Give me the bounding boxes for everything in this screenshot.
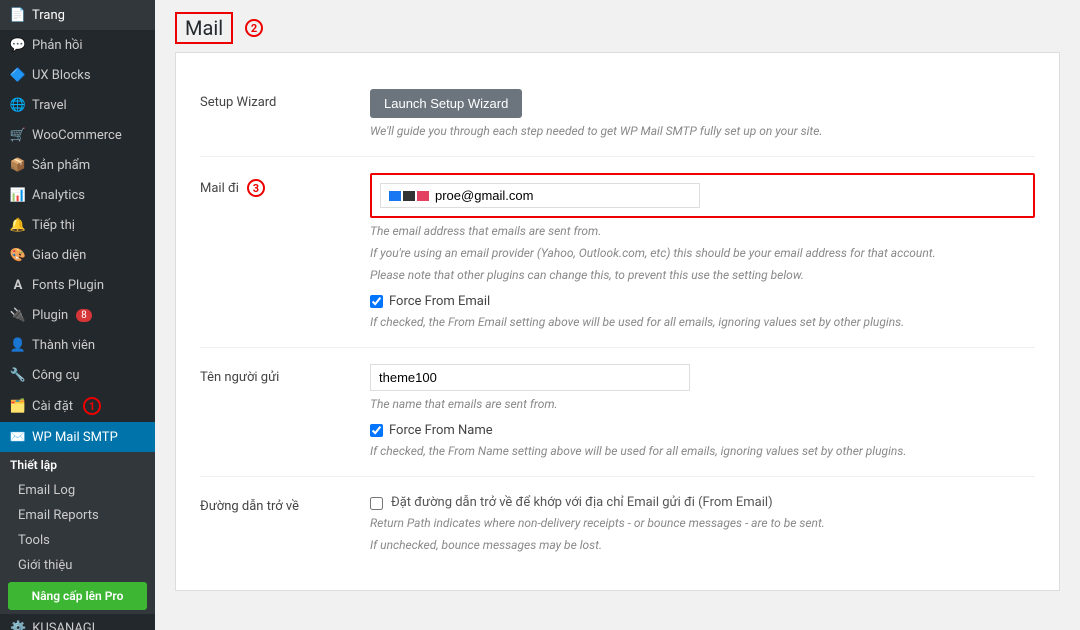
return-path-checkbox-label: Đặt đường dẫn trở về để khớp với địa chỉ… bbox=[391, 495, 773, 510]
submenu-tools[interactable]: Tools bbox=[0, 528, 155, 553]
sidebar-item-phan-hoi[interactable]: 💬 Phản hồi bbox=[0, 30, 155, 60]
annotation-2: 2 bbox=[245, 19, 263, 37]
analytics-icon: 📊 bbox=[10, 187, 26, 203]
content-area: Setup Wizard Launch Setup Wizard We'll g… bbox=[175, 52, 1060, 591]
sidebar-item-fonts-plugin[interactable]: A Fonts Plugin bbox=[0, 270, 155, 300]
force-from-name-label: Force From Name bbox=[389, 423, 493, 438]
submenu: Thiết lập Email Log Email Reports Tools … bbox=[0, 452, 155, 614]
return-path-row: Đường dẫn trở về Đặt đường dẫn trở về để… bbox=[200, 477, 1035, 570]
mail-from-help2: If you're using an email provider (Yahoo… bbox=[370, 244, 1035, 262]
sidebar-item-trang[interactable]: 📄 Trang bbox=[0, 0, 155, 30]
submenu-email-reports[interactable]: Email Reports bbox=[0, 503, 155, 528]
font-icon: A bbox=[10, 277, 26, 293]
users-icon: 👤 bbox=[10, 337, 26, 353]
force-from-email-label: Force From Email bbox=[389, 294, 490, 309]
sidebar-item-ux-blocks[interactable]: 🔷 UX Blocks bbox=[0, 60, 155, 90]
submenu-gioi-thieu[interactable]: Giới thiệu bbox=[0, 553, 155, 578]
color-red bbox=[417, 191, 429, 201]
sidebar-item-wp-mail-smtp[interactable]: ✉️ WP Mail SMTP bbox=[0, 422, 155, 452]
page-icon: 📄 bbox=[10, 7, 26, 23]
return-path-checkbox[interactable] bbox=[370, 497, 383, 510]
plugin-badge: 8 bbox=[76, 309, 92, 322]
submenu-email-log[interactable]: Email Log bbox=[0, 478, 155, 503]
main-content: Mail 2 Setup Wizard Launch Setup Wizard … bbox=[155, 0, 1080, 630]
return-path-help2: If unchecked, bounce messages may be los… bbox=[370, 536, 1035, 554]
sidebar-item-woocommerce[interactable]: 🛒 WooCommerce bbox=[0, 120, 155, 150]
sidebar-item-tiep-thi[interactable]: 🔔 Tiếp thị bbox=[0, 210, 155, 240]
annotation-3: 3 bbox=[247, 179, 265, 197]
page-header: Mail 2 bbox=[155, 0, 1080, 52]
mail-from-row: Mail đi 3 The email address that emails … bbox=[200, 157, 1035, 348]
woo-icon: 🛒 bbox=[10, 127, 26, 143]
sidebar-item-thanh-vien[interactable]: 👤 Thành viên bbox=[0, 330, 155, 360]
travel-icon: 🌐 bbox=[10, 97, 26, 113]
return-path-label: Đường dẫn trở về bbox=[200, 493, 350, 514]
force-from-email-help: If checked, the From Email setting above… bbox=[370, 313, 1035, 331]
setup-wizard-field: Launch Setup Wizard We'll guide you thro… bbox=[370, 89, 1035, 140]
mail-from-field: The email address that emails are sent f… bbox=[370, 173, 1035, 331]
force-from-name-row: Force From Name bbox=[370, 423, 1035, 438]
setup-wizard-help: We'll guide you through each step needed… bbox=[370, 122, 1035, 140]
sender-name-label: Tên người gửi bbox=[200, 364, 350, 385]
sidebar-item-cai-dat[interactable]: 🗂️ Cài đặt 1 bbox=[0, 390, 155, 422]
force-from-email-row: Force From Email bbox=[370, 294, 1035, 309]
comment-icon: 💬 bbox=[10, 37, 26, 53]
kusanagi-icon: ⚙️ bbox=[10, 621, 26, 630]
product-icon: 📦 bbox=[10, 157, 26, 173]
sidebar: 📄 Trang 💬 Phản hồi 🔷 UX Blocks 🌐 Travel … bbox=[0, 0, 155, 630]
setup-wizard-row: Setup Wizard Launch Setup Wizard We'll g… bbox=[200, 73, 1035, 157]
kusanagi-item[interactable]: ⚙️ KUSANAGI bbox=[0, 614, 155, 630]
mail-from-help1: The email address that emails are sent f… bbox=[370, 222, 1035, 240]
color-dark bbox=[403, 191, 415, 201]
sender-name-row: Tên người gửi The name that emails are s… bbox=[200, 348, 1035, 477]
mail-icon: ✉️ bbox=[10, 429, 26, 445]
mail-from-box bbox=[370, 173, 1035, 218]
submenu-title: Thiết lập bbox=[0, 452, 155, 478]
force-from-name-help: If checked, the From Name setting above … bbox=[370, 442, 1035, 460]
blocks-icon: 🔷 bbox=[10, 67, 26, 83]
sidebar-item-cong-cu[interactable]: 🔧 Công cụ bbox=[0, 360, 155, 390]
sidebar-item-analytics[interactable]: 📊 Analytics bbox=[0, 180, 155, 210]
sidebar-item-plugin[interactable]: 🔌 Plugin 8 bbox=[0, 300, 155, 330]
mail-from-input-wrapper bbox=[380, 183, 700, 208]
force-from-name-checkbox[interactable] bbox=[370, 424, 383, 437]
color-blue bbox=[389, 191, 401, 201]
setup-wizard-label: Setup Wizard bbox=[200, 89, 350, 110]
marketing-icon: 🔔 bbox=[10, 217, 26, 233]
return-path-checkbox-row: Đặt đường dẫn trở về để khớp với địa chỉ… bbox=[370, 495, 1035, 510]
launch-setup-wizard-button[interactable]: Launch Setup Wizard bbox=[370, 89, 522, 118]
sidebar-item-san-pham[interactable]: 📦 Sản phẩm bbox=[0, 150, 155, 180]
annotation-1: 1 bbox=[83, 397, 101, 415]
mail-from-label: Mail đi 3 bbox=[200, 173, 350, 197]
return-path-help1: Return Path indicates where non-delivery… bbox=[370, 514, 1035, 532]
mail-from-input[interactable] bbox=[429, 188, 691, 203]
sender-name-field: The name that emails are sent from. Forc… bbox=[370, 364, 1035, 460]
tools-icon: 🔧 bbox=[10, 367, 26, 383]
mail-from-help3: Please note that other plugins can chang… bbox=[370, 266, 1035, 284]
theme-icon: 🎨 bbox=[10, 247, 26, 263]
page-title: Mail bbox=[175, 12, 233, 44]
color-strip bbox=[389, 191, 429, 201]
upgrade-button[interactable]: Nâng cấp lên Pro bbox=[8, 582, 147, 610]
return-path-field: Đặt đường dẫn trở về để khớp với địa chỉ… bbox=[370, 493, 1035, 554]
sidebar-item-travel[interactable]: 🌐 Travel bbox=[0, 90, 155, 120]
settings-icon: 🗂️ bbox=[10, 398, 26, 414]
sender-name-input[interactable] bbox=[370, 364, 690, 391]
sidebar-item-giao-dien[interactable]: 🎨 Giao diện bbox=[0, 240, 155, 270]
sender-name-help: The name that emails are sent from. bbox=[370, 395, 1035, 413]
plugin-icon: 🔌 bbox=[10, 307, 26, 323]
force-from-email-checkbox[interactable] bbox=[370, 295, 383, 308]
